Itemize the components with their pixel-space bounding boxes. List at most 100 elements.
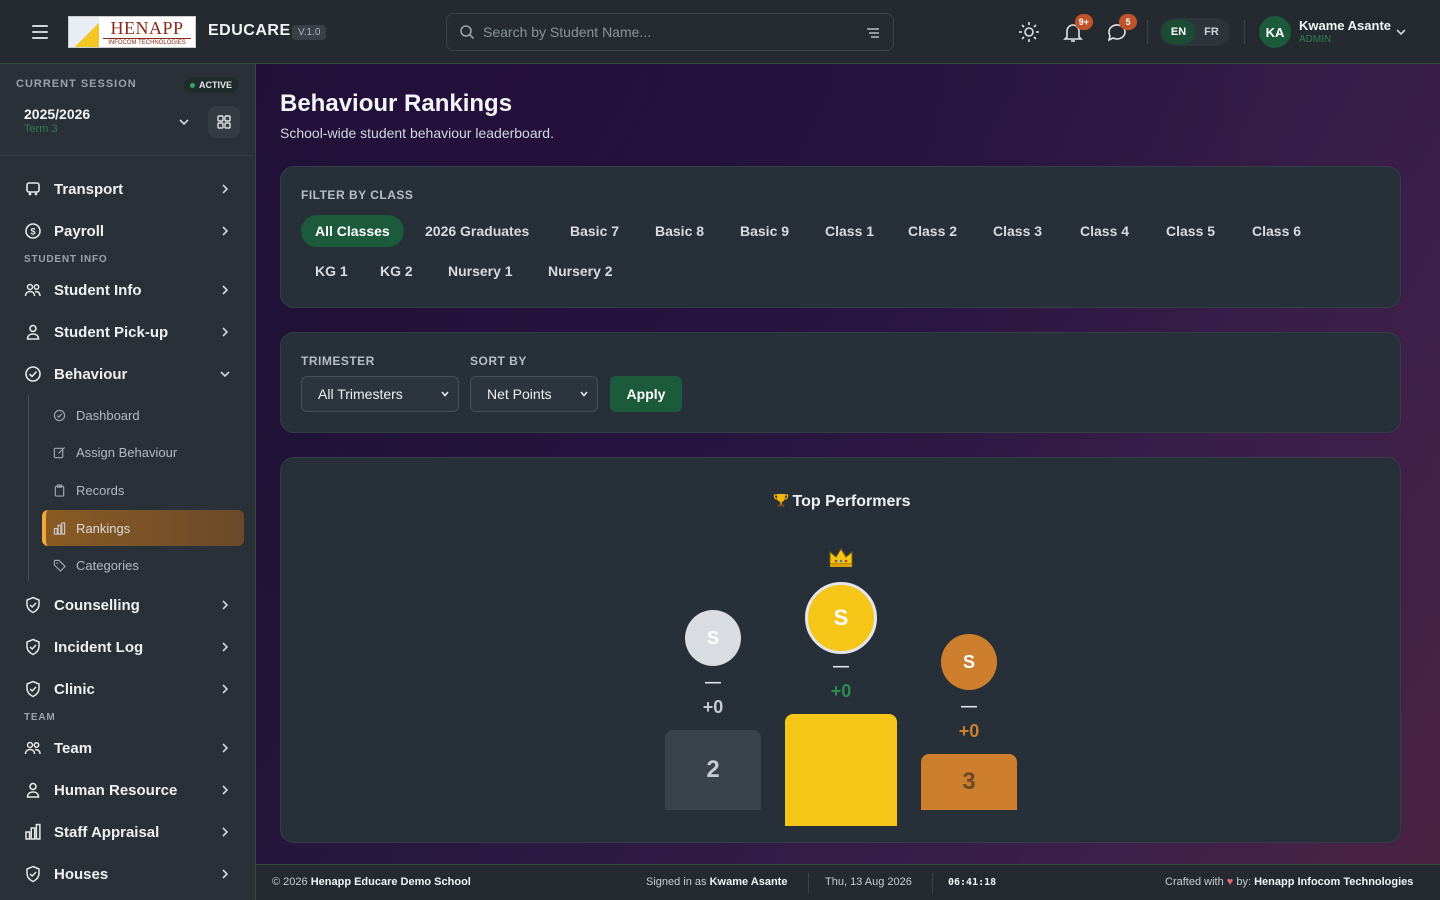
sort-select[interactable]: Net Points [470, 376, 598, 412]
crown-icon [829, 548, 853, 567]
divider [1147, 20, 1148, 44]
third-place-points: +0 [958, 721, 980, 741]
sidebar-item-label: Clinic [54, 680, 95, 698]
sidebar-item-transport[interactable]: Transport [14, 171, 242, 207]
apps-grid-button[interactable] [208, 106, 240, 138]
sidebar-subitem-dashboard[interactable]: Dashboard [42, 397, 244, 433]
user-name[interactable]: Kwame Asante [1299, 18, 1391, 33]
chevron-down-icon [441, 391, 449, 397]
sidebar-subitem-assign-behaviour[interactable]: Assign Behaviour [42, 434, 244, 470]
sidebar-item-payroll[interactable]: $ Payroll [14, 213, 242, 249]
first-place-points: +0 [830, 681, 852, 701]
session-year[interactable]: 2025/2026 [24, 106, 90, 122]
notifications-button[interactable]: 9+ [1061, 14, 1093, 44]
third-place-avatar[interactable]: S [941, 634, 997, 690]
tag-icon [53, 559, 66, 572]
sidebar-subitem-records[interactable]: Records [42, 472, 244, 508]
class-pill-class-5[interactable]: Class 5 [1152, 215, 1229, 247]
search-icon [460, 25, 475, 40]
divider [932, 873, 933, 893]
logo-mark [69, 17, 99, 47]
chevron-right-icon [222, 285, 229, 295]
sidebar-item-team[interactable]: Team [14, 730, 242, 766]
menu-toggle-icon[interactable] [28, 20, 52, 44]
status-text: ACTIVE [199, 80, 233, 90]
sidebar-item-counselling[interactable]: Counselling [14, 587, 242, 623]
class-pill-class-2[interactable]: Class 2 [894, 215, 971, 247]
apply-button[interactable]: Apply [610, 376, 682, 412]
sidebar-subitem-label: Dashboard [76, 407, 140, 423]
sidebar-item-clinic[interactable]: Clinic [14, 671, 242, 707]
class-pill-nursery-1[interactable]: Nursery 1 [434, 255, 527, 287]
avatar[interactable]: KA [1259, 16, 1291, 48]
first-place-block [785, 714, 897, 826]
filter-label: FILTER BY CLASS [301, 188, 414, 202]
filter-icon[interactable] [865, 25, 881, 41]
trimester-value: All Trimesters [318, 386, 403, 402]
class-pill-kg-2[interactable]: KG 2 [366, 255, 427, 287]
third-place-name: — [961, 698, 977, 715]
lang-fr[interactable]: FR [1195, 20, 1228, 44]
top-performers-title: Top Performers [281, 492, 1400, 511]
theme-toggle-icon[interactable] [1017, 20, 1041, 44]
class-pill-class-6[interactable]: Class 6 [1238, 215, 1315, 247]
sidebar-item-label: Counselling [54, 596, 140, 614]
lang-en[interactable]: EN [1162, 20, 1195, 44]
company-name: Henapp Infocom Technologies [1254, 876, 1414, 888]
logo-text: HENAPP INFOCOM TECHNOLOGIES [99, 19, 195, 46]
chevron-right-icon [222, 184, 229, 194]
sidebar-item-label: Houses [54, 865, 109, 883]
session-term: Term 3 [24, 123, 58, 135]
section-label-student-info: STUDENT INFO [24, 254, 108, 265]
main-content: Behaviour Rankings School-wide student b… [256, 64, 1440, 864]
top-performers-title-text: Top Performers [792, 493, 911, 510]
class-pill-class-4[interactable]: Class 4 [1066, 215, 1143, 247]
sidebar-subitem-categories[interactable]: Categories [42, 547, 244, 583]
footer: © 2026 Henapp Educare Demo School Signed… [256, 864, 1440, 900]
class-pill-class-3[interactable]: Class 3 [979, 215, 1056, 247]
bar-chart-icon [53, 521, 66, 535]
chevron-down-icon[interactable] [1394, 25, 1408, 39]
crafted-text: Crafted with [1165, 876, 1224, 888]
trimester-select[interactable]: All Trimesters [301, 376, 459, 412]
second-place-block: 2 [665, 730, 761, 810]
sidebar-item-label: Payroll [54, 222, 105, 240]
sidebar-item-staff-appraisal[interactable]: Staff Appraisal [14, 814, 242, 850]
first-place-avatar[interactable]: S [805, 582, 877, 654]
first-place-name: — [833, 658, 849, 675]
user-role: ADMIN [1299, 34, 1332, 45]
sidebar-item-label: Staff Appraisal [54, 823, 160, 841]
class-pill-basic-7[interactable]: Basic 7 [556, 215, 633, 247]
sidebar-item-human-resource[interactable]: Human Resource [14, 772, 242, 808]
second-place-avatar[interactable]: S [685, 610, 741, 666]
class-pill-class-1[interactable]: Class 1 [811, 215, 888, 247]
sidebar-item-student-info[interactable]: Student Info [14, 272, 242, 308]
class-pill-basic-8[interactable]: Basic 8 [641, 215, 718, 247]
chevron-down-icon [580, 391, 588, 397]
chevron-right-icon [222, 600, 229, 610]
messages-button[interactable]: 5 [1105, 14, 1137, 44]
search-bar[interactable] [446, 13, 894, 51]
class-pill-all-classes[interactable]: All Classes [301, 215, 404, 247]
language-switch[interactable]: EN FR [1160, 18, 1230, 46]
school-name: Henapp Educare Demo School [310, 876, 471, 888]
class-pill-basic-9[interactable]: Basic 9 [726, 215, 803, 247]
bar-chart-icon [25, 823, 41, 840]
sidebar-item-student-pickup[interactable]: Student Pick-up [14, 314, 242, 350]
search-input[interactable] [483, 14, 843, 50]
sidebar-subitem-rankings[interactable]: Rankings [42, 510, 244, 546]
sidebar-item-label: Incident Log [54, 638, 144, 656]
sidebar-item-behaviour[interactable]: Behaviour [14, 356, 242, 392]
sidebar-item-label: Behaviour [54, 365, 128, 383]
chevron-right-icon [222, 869, 229, 879]
class-pill-kg-1[interactable]: KG 1 [301, 255, 362, 287]
class-pill-2026-graduates[interactable]: 2026 Graduates [411, 215, 543, 247]
chevron-right-icon [222, 642, 229, 652]
brand-name: EDUCARE [208, 22, 291, 39]
sidebar-item-incident-log[interactable]: Incident Log [14, 629, 242, 665]
footer-credits: Crafted with ♥ by: Henapp Infocom Techno… [1165, 876, 1413, 888]
chevron-down-icon[interactable] [177, 115, 191, 129]
sidebar-item-houses[interactable]: Houses [14, 856, 242, 892]
bus-icon [26, 182, 40, 196]
class-pill-nursery-2[interactable]: Nursery 2 [534, 255, 627, 287]
